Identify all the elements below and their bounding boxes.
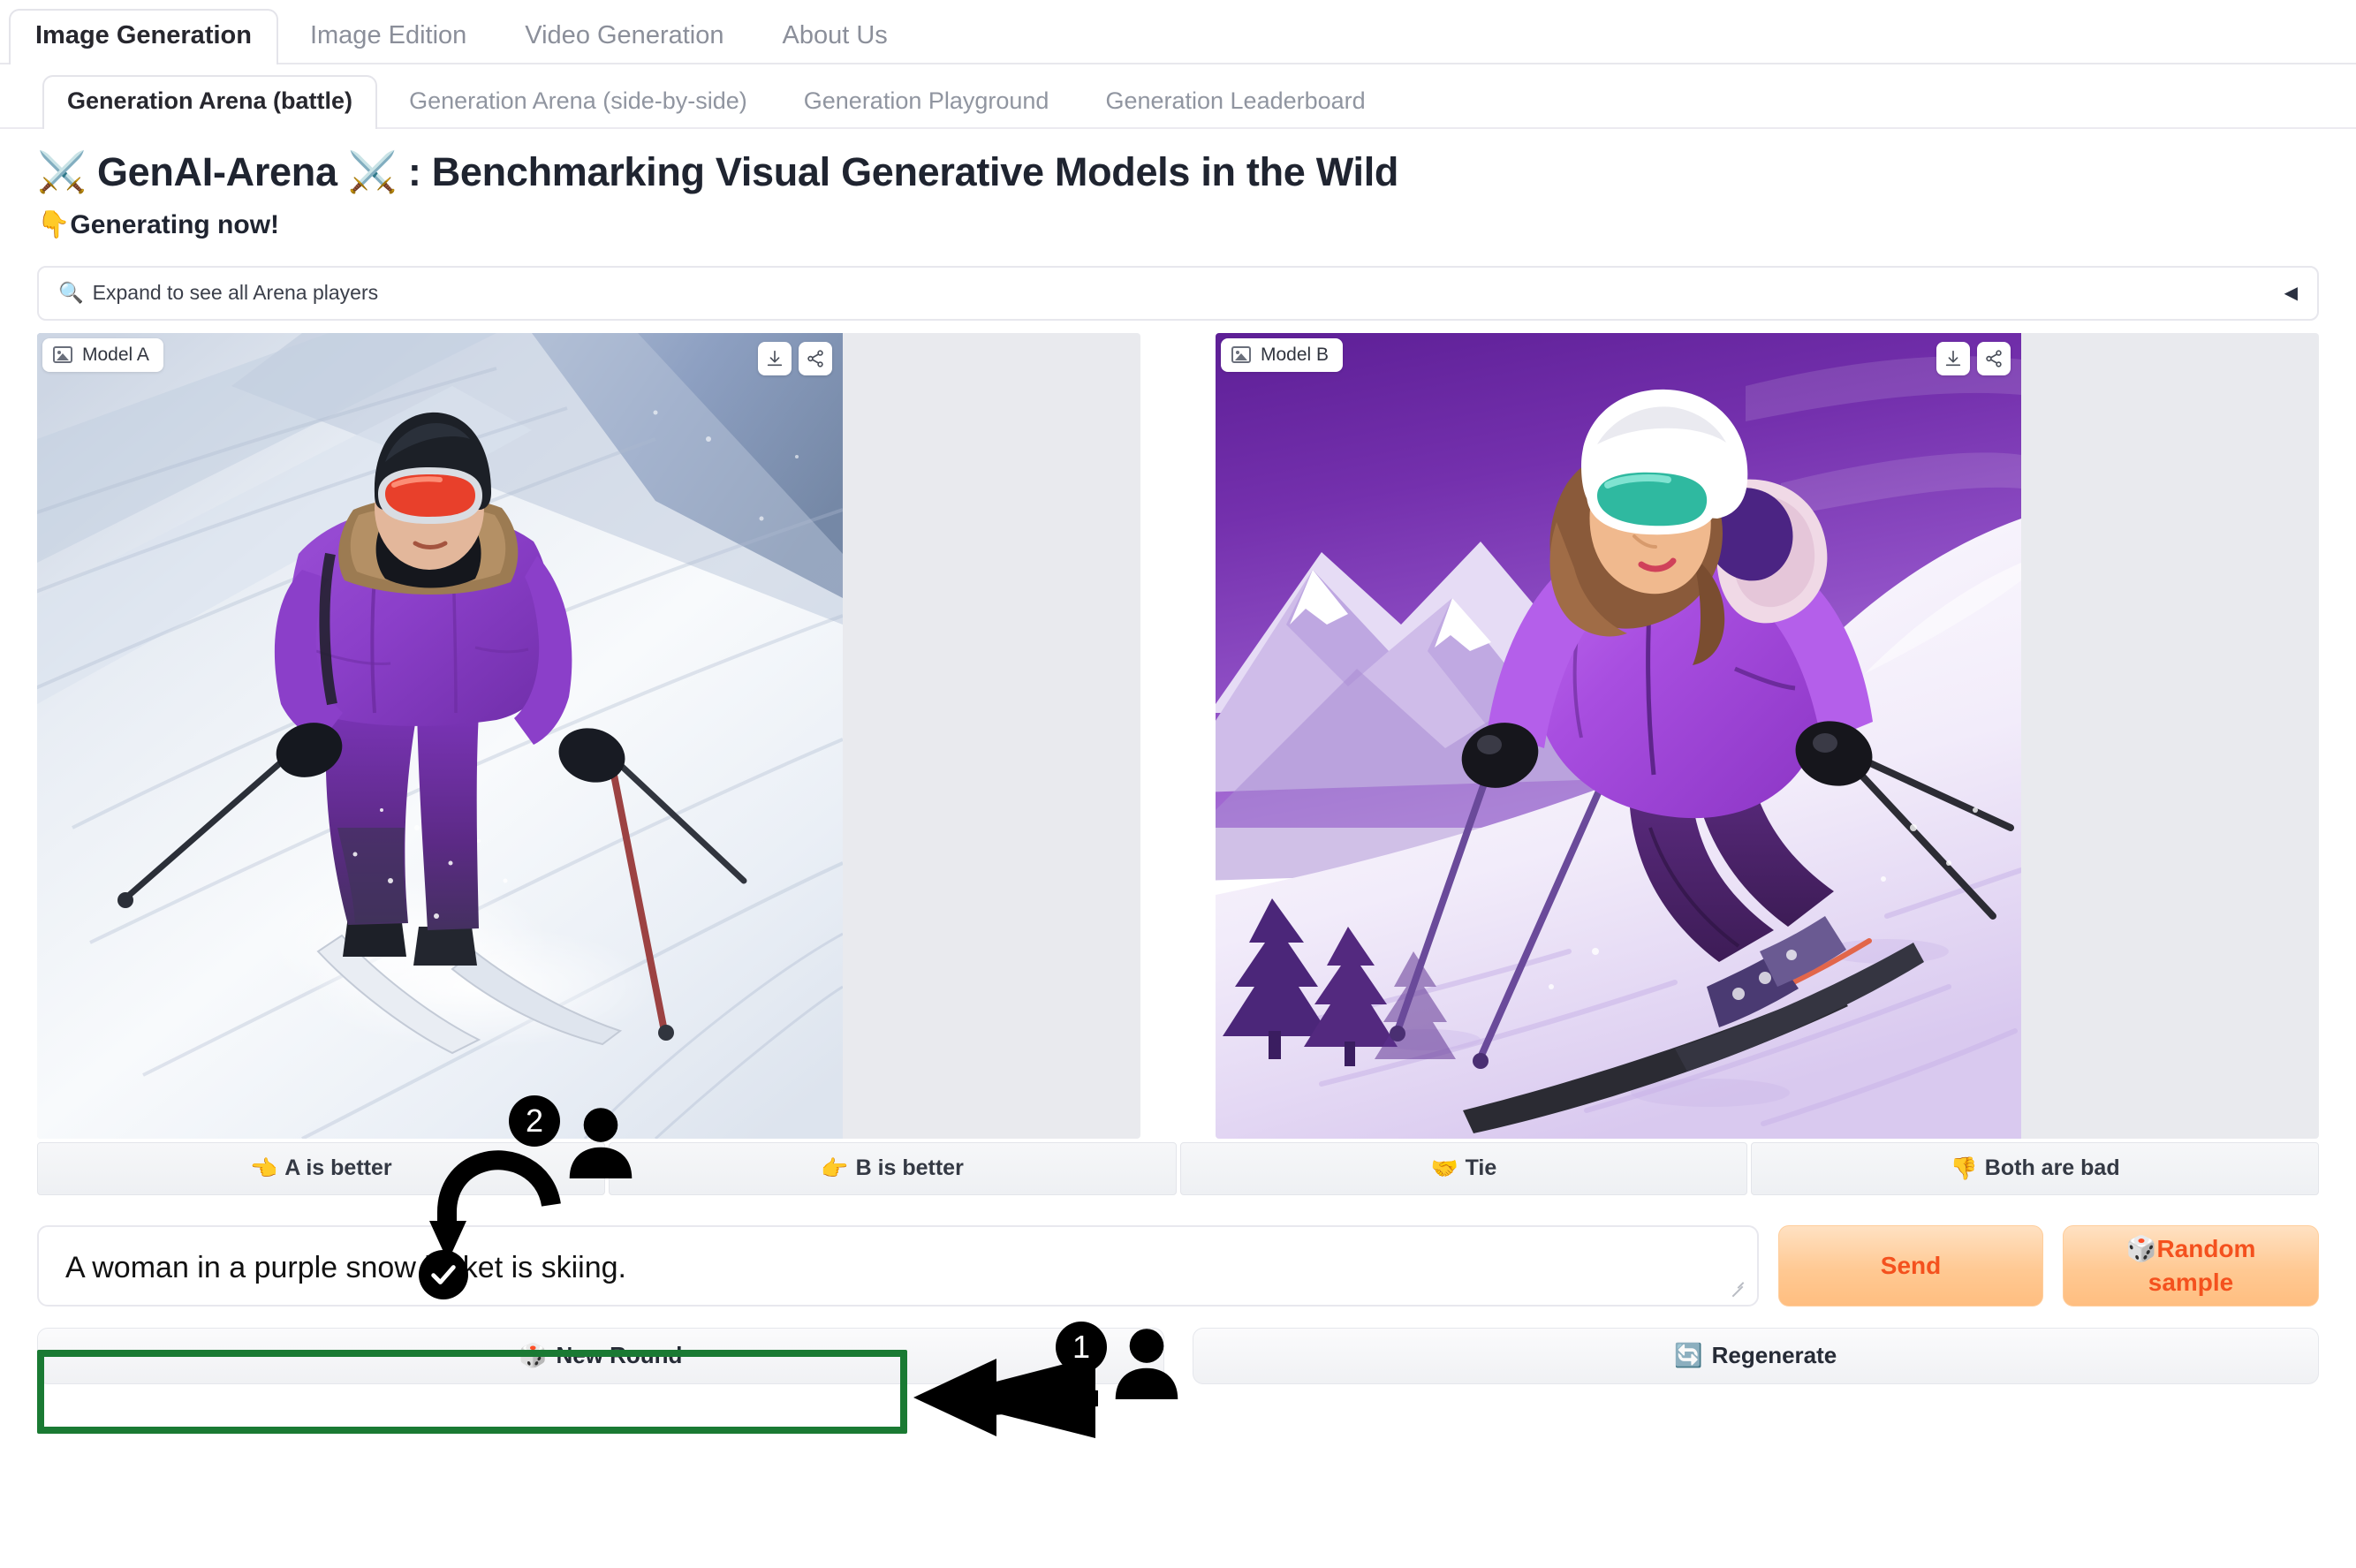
a-is-better-label: A is better	[284, 1155, 392, 1180]
model-b-image-frame[interactable]: Model B	[1216, 332, 2021, 1139]
tab-image-generation[interactable]: Image Generation	[9, 9, 278, 64]
vote-button-row: 👈 A is better 👉 B is better 🤝 Tie 👎 Both…	[37, 1141, 2319, 1195]
share-icon[interactable]	[1977, 341, 2011, 375]
random-sample-label: 🎲Random sample	[2126, 1232, 2256, 1299]
random-sample-button[interactable]: 🎲Random sample	[2063, 1224, 2319, 1307]
regenerate-button[interactable]: 🔄 Regenerate	[1192, 1327, 2319, 1384]
image-b-artwork	[1216, 332, 2021, 1139]
model-a-label: Model A	[82, 344, 149, 365]
image-icon	[1231, 346, 1251, 363]
model-b-badge: Model B	[1221, 337, 1344, 372]
image-icon	[53, 346, 72, 363]
random-sample-line1: Random	[2156, 1234, 2256, 1262]
page-title-rest: : Benchmarking Visual Generative Models …	[407, 149, 1399, 194]
chevron-left-icon[interactable]: ◀	[2284, 284, 2298, 302]
b-is-better-label: B is better	[855, 1155, 964, 1180]
pointing-right-icon: 👉	[821, 1155, 849, 1181]
prompt-input[interactable]	[39, 1226, 1757, 1305]
download-icon[interactable]	[758, 341, 792, 375]
thumbs-down-icon: 👎	[1950, 1155, 1978, 1181]
model-b-image-tools	[1936, 341, 2011, 375]
page-title: ⚔️ GenAI-Arena ⚔️ : Benchmarking Visual …	[37, 150, 2319, 194]
both-are-bad-label: Both are bad	[1984, 1155, 2120, 1180]
image-a-artwork	[37, 332, 843, 1139]
arena-players-accordion[interactable]: 🔍 Expand to see all Arena players ◀	[37, 265, 2319, 321]
crossed-swords-icon-2: ⚔️	[347, 148, 398, 195]
top-tab-bar: Image Generation Image Edition Video Gen…	[0, 0, 2356, 64]
regenerate-label: Regenerate	[1711, 1342, 1837, 1368]
model-a-generated-image	[37, 332, 843, 1139]
search-icon: 🔍	[58, 282, 84, 305]
model-a-image-frame[interactable]: Model A	[37, 332, 843, 1139]
pointing-down-icon: 👇	[37, 208, 71, 240]
arena-images-row: Model A Model B	[37, 332, 2319, 1139]
dice-icon: 🎲	[2125, 1233, 2157, 1263]
tab-image-edition[interactable]: Image Edition	[284, 9, 493, 63]
new-round-button[interactable]: 🎲 New Round	[37, 1327, 1164, 1384]
crossed-swords-icon: ⚔️	[37, 148, 87, 195]
random-sample-line2: sample	[2148, 1268, 2234, 1296]
b-is-better-button[interactable]: 👉 B is better	[608, 1141, 1177, 1195]
model-b-generated-image	[1216, 332, 2021, 1139]
dice-icon: 🎲	[519, 1342, 548, 1369]
pointing-left-icon: 👈	[250, 1155, 278, 1181]
subtab-generation-arena-battle[interactable]: Generation Arena (battle)	[42, 75, 378, 129]
handshake-icon: 🤝	[1430, 1155, 1458, 1181]
prompt-row: Send 🎲Random sample	[37, 1224, 2319, 1307]
tie-label: Tie	[1465, 1155, 1497, 1180]
subtab-generation-playground[interactable]: Generation Playground	[779, 75, 1074, 127]
new-round-label: New Round	[556, 1342, 683, 1368]
share-icon[interactable]	[799, 341, 832, 375]
model-a-image-tools	[758, 341, 832, 375]
refresh-icon: 🔄	[1674, 1342, 1703, 1369]
send-button[interactable]: Send	[1778, 1224, 2043, 1307]
tab-video-generation[interactable]: Video Generation	[498, 9, 750, 63]
accordion-label-group: 🔍 Expand to see all Arena players	[58, 281, 378, 305]
tab-about-us[interactable]: About Us	[756, 9, 914, 63]
tie-button[interactable]: 🤝 Tie	[1179, 1141, 1748, 1195]
both-are-bad-button[interactable]: 👎 Both are bad	[1751, 1141, 2319, 1195]
sub-tab-bar: Generation Arena (battle) Generation Are…	[0, 64, 2356, 129]
app-root: Image Generation Image Edition Video Gen…	[0, 0, 2356, 1568]
model-a-badge: Model A	[42, 337, 163, 372]
subtab-generation-arena-side-by-side[interactable]: Generation Arena (side-by-side)	[384, 75, 772, 127]
status-text: Generating now!	[70, 209, 280, 239]
page-title-main: GenAI-Arena	[96, 149, 337, 194]
download-icon[interactable]	[1936, 341, 1970, 375]
model-b-panel: Model B	[1216, 332, 2319, 1139]
model-a-panel: Model A	[37, 332, 1140, 1139]
subtab-generation-leaderboard[interactable]: Generation Leaderboard	[1080, 75, 1390, 127]
prompt-textbox[interactable]	[37, 1224, 1759, 1307]
accordion-label: Expand to see all Arena players	[92, 281, 379, 304]
send-label: Send	[1880, 1251, 1942, 1279]
status-line: 👇Generating now!	[37, 210, 2319, 239]
model-b-label: Model B	[1261, 344, 1330, 365]
bottom-button-row: 🎲 New Round 🔄 Regenerate	[37, 1327, 2319, 1384]
a-is-better-button[interactable]: 👈 A is better	[37, 1141, 605, 1195]
